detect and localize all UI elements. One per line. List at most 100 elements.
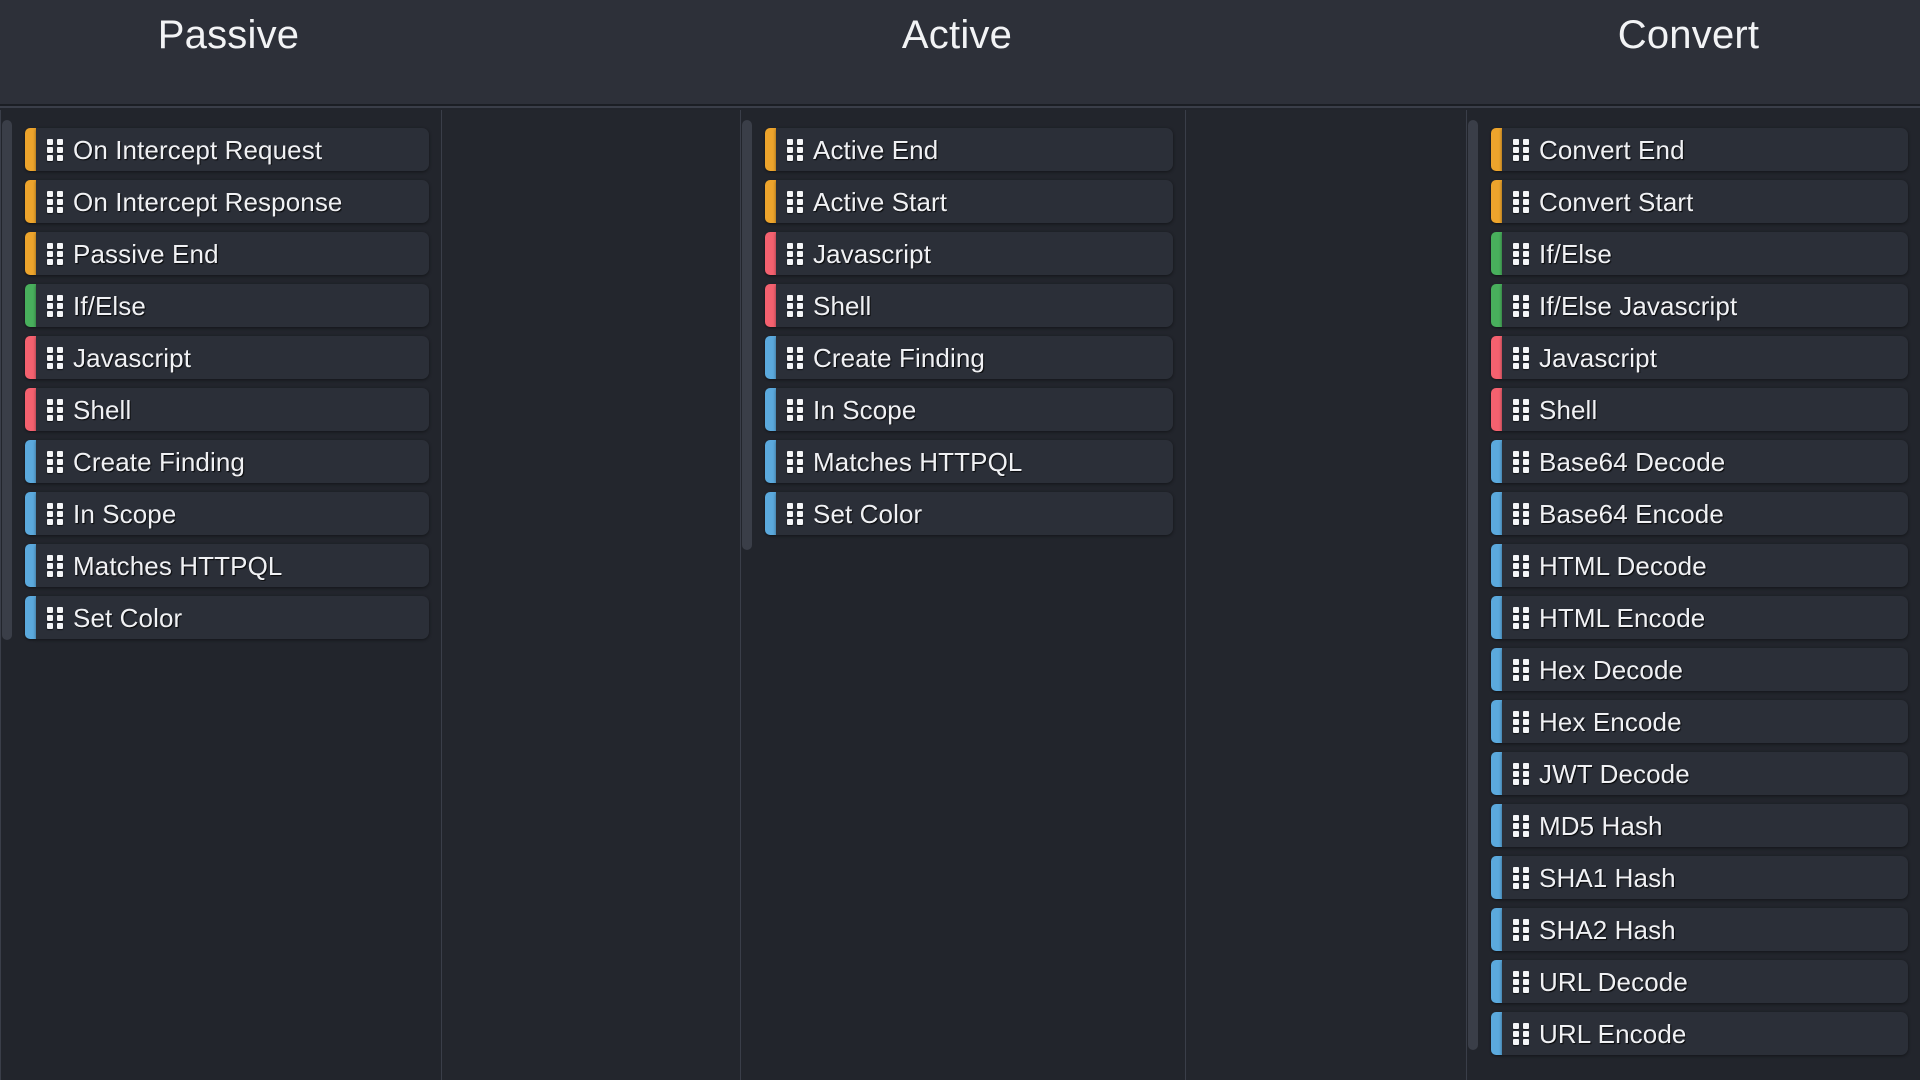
node-body[interactable]: Shell (1502, 388, 1908, 431)
drag-handle-icon[interactable] (47, 138, 64, 161)
drag-handle-icon[interactable] (1513, 554, 1530, 577)
drag-handle-icon[interactable] (1513, 190, 1530, 213)
node-item[interactable]: Convert Start (1491, 180, 1908, 223)
drag-handle-icon[interactable] (1513, 1022, 1530, 1045)
node-body[interactable]: Convert End (1502, 128, 1908, 171)
drag-handle-icon[interactable] (1513, 502, 1530, 525)
drag-handle-icon[interactable] (1513, 866, 1530, 889)
node-item[interactable]: Shell (25, 388, 429, 431)
node-body[interactable]: Set Color (36, 596, 429, 639)
node-item[interactable]: Hex Decode (1491, 648, 1908, 691)
node-body[interactable]: Shell (36, 388, 429, 431)
node-body[interactable]: Javascript (776, 232, 1173, 275)
node-body[interactable]: On Intercept Response (36, 180, 429, 223)
node-body[interactable]: Base64 Decode (1502, 440, 1908, 483)
node-item[interactable]: Set Color (25, 596, 429, 639)
node-item[interactable]: Convert End (1491, 128, 1908, 171)
node-body[interactable]: Create Finding (36, 440, 429, 483)
drag-handle-icon[interactable] (1513, 658, 1530, 681)
node-item[interactable]: Javascript (1491, 336, 1908, 379)
node-item[interactable]: HTML Decode (1491, 544, 1908, 587)
node-item[interactable]: URL Encode (1491, 1012, 1908, 1055)
node-body[interactable]: Passive End (36, 232, 429, 275)
node-item[interactable]: MD5 Hash (1491, 804, 1908, 847)
node-item[interactable]: Passive End (25, 232, 429, 275)
node-body[interactable]: Hex Decode (1502, 648, 1908, 691)
node-item[interactable]: Set Color (765, 492, 1173, 535)
node-body[interactable]: If/Else Javascript (1502, 284, 1908, 327)
drag-handle-icon[interactable] (47, 242, 64, 265)
node-item[interactable]: SHA1 Hash (1491, 856, 1908, 899)
drag-handle-icon[interactable] (787, 294, 804, 317)
drag-handle-icon[interactable] (47, 398, 64, 421)
node-body[interactable]: Matches HTTPQL (776, 440, 1173, 483)
node-body[interactable]: Matches HTTPQL (36, 544, 429, 587)
node-item[interactable]: In Scope (765, 388, 1173, 431)
node-item[interactable]: Base64 Encode (1491, 492, 1908, 535)
drag-handle-icon[interactable] (1513, 294, 1530, 317)
node-item[interactable]: URL Decode (1491, 960, 1908, 1003)
node-body[interactable]: Convert Start (1502, 180, 1908, 223)
node-item[interactable]: If/Else (1491, 232, 1908, 275)
node-body[interactable]: MD5 Hash (1502, 804, 1908, 847)
drag-handle-icon[interactable] (47, 450, 64, 473)
node-item[interactable]: If/Else Javascript (1491, 284, 1908, 327)
node-item[interactable]: If/Else (25, 284, 429, 327)
drag-handle-icon[interactable] (47, 190, 64, 213)
scrollbar-thumb-active[interactable] (742, 120, 752, 550)
scrollbar-track-active[interactable] (741, 110, 753, 1080)
node-body[interactable]: Base64 Encode (1502, 492, 1908, 535)
node-body[interactable]: If/Else (36, 284, 429, 327)
node-body[interactable]: Active Start (776, 180, 1173, 223)
node-body[interactable]: Set Color (776, 492, 1173, 535)
drag-handle-icon[interactable] (47, 554, 64, 577)
drag-handle-icon[interactable] (1513, 814, 1530, 837)
node-body[interactable]: Active End (776, 128, 1173, 171)
node-item[interactable]: HTML Encode (1491, 596, 1908, 639)
node-item[interactable]: SHA2 Hash (1491, 908, 1908, 951)
node-item[interactable]: Javascript (765, 232, 1173, 275)
drag-handle-icon[interactable] (1513, 918, 1530, 941)
drag-handle-icon[interactable] (47, 294, 64, 317)
drag-handle-icon[interactable] (1513, 762, 1530, 785)
node-body[interactable]: Shell (776, 284, 1173, 327)
drag-handle-icon[interactable] (1513, 970, 1530, 993)
node-body[interactable]: JWT Decode (1502, 752, 1908, 795)
node-item[interactable]: On Intercept Response (25, 180, 429, 223)
node-item[interactable]: Active Start (765, 180, 1173, 223)
scrollbar-track-convert[interactable] (1467, 110, 1479, 1080)
node-body[interactable]: SHA2 Hash (1502, 908, 1908, 951)
scrollbar-thumb-convert[interactable] (1468, 120, 1478, 1050)
node-body[interactable]: Javascript (1502, 336, 1908, 379)
node-body[interactable]: In Scope (36, 492, 429, 535)
node-item[interactable]: Base64 Decode (1491, 440, 1908, 483)
drag-handle-icon[interactable] (47, 502, 64, 525)
node-item[interactable]: Shell (765, 284, 1173, 327)
node-item[interactable]: In Scope (25, 492, 429, 535)
drag-handle-icon[interactable] (1513, 346, 1530, 369)
node-item[interactable]: Create Finding (765, 336, 1173, 379)
node-item[interactable]: JWT Decode (1491, 752, 1908, 795)
drag-handle-icon[interactable] (787, 346, 804, 369)
node-body[interactable]: URL Encode (1502, 1012, 1908, 1055)
node-item[interactable]: Matches HTTPQL (25, 544, 429, 587)
drag-handle-icon[interactable] (47, 606, 64, 629)
drag-handle-icon[interactable] (1513, 606, 1530, 629)
drag-handle-icon[interactable] (787, 242, 804, 265)
drag-handle-icon[interactable] (1513, 710, 1530, 733)
node-body[interactable]: Hex Encode (1502, 700, 1908, 743)
drag-handle-icon[interactable] (787, 502, 804, 525)
node-body[interactable]: SHA1 Hash (1502, 856, 1908, 899)
drag-handle-icon[interactable] (1513, 138, 1530, 161)
node-item[interactable]: Active End (765, 128, 1173, 171)
drag-handle-icon[interactable] (787, 398, 804, 421)
drag-handle-icon[interactable] (1513, 450, 1530, 473)
node-item[interactable]: Shell (1491, 388, 1908, 431)
node-item[interactable]: Matches HTTPQL (765, 440, 1173, 483)
node-body[interactable]: HTML Decode (1502, 544, 1908, 587)
node-item[interactable]: On Intercept Request (25, 128, 429, 171)
scrollbar-thumb-passive[interactable] (2, 120, 12, 640)
drag-handle-icon[interactable] (1513, 242, 1530, 265)
node-body[interactable]: On Intercept Request (36, 128, 429, 171)
drag-handle-icon[interactable] (787, 138, 804, 161)
